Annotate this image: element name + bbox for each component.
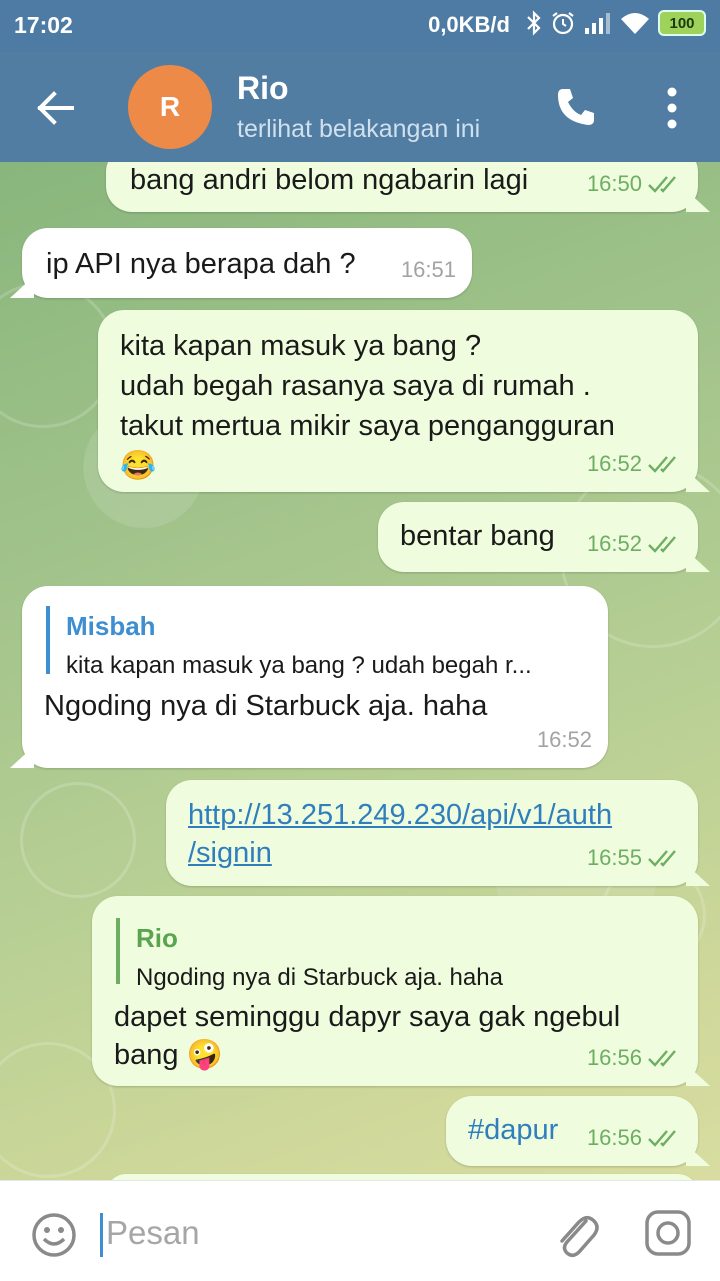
message-time: 16:51 bbox=[400, 257, 456, 282]
message-composer bbox=[0, 1180, 720, 1281]
wifi-icon bbox=[621, 13, 649, 34]
message-time: 16:50 bbox=[586, 171, 642, 196]
message-bubble-outgoing[interactable]: Rio Ngoding nya di Starbuck aja. haha da… bbox=[92, 896, 698, 1086]
message-text: ip API nya berapa dah ? bbox=[46, 248, 356, 280]
status-time: 17:02 bbox=[14, 12, 73, 38]
message-meta: 16:55 bbox=[587, 838, 682, 878]
avatar[interactable]: R bbox=[128, 65, 212, 149]
message-meta: 16:56 bbox=[587, 1118, 682, 1158]
double-check-icon bbox=[648, 536, 676, 553]
network-speed: 0,0KB/d bbox=[428, 12, 510, 37]
message-bubble-incoming[interactable]: ip API nya berapa dah ? 16:51 bbox=[22, 228, 472, 298]
contact-last-seen: terlihat belakangan ini bbox=[237, 115, 481, 143]
message-time: 16:55 bbox=[586, 845, 642, 870]
emoji-icon[interactable] bbox=[30, 1211, 78, 1259]
reply-quote-text: kita kapan masuk ya bang ? udah begah r.… bbox=[66, 652, 532, 679]
message-meta: 16:52 bbox=[587, 524, 682, 564]
message-hashtag[interactable]: #dapur bbox=[468, 1110, 558, 1150]
contact-name[interactable]: Rio bbox=[237, 70, 289, 107]
chat-area[interactable]: bang andri belom ngabarin lagi 16:50 ip … bbox=[0, 162, 720, 1180]
message-text: kita kapan masuk ya bang ? udah begah ra… bbox=[120, 330, 615, 482]
message-time: 16:56 bbox=[586, 1045, 642, 1070]
message-input[interactable] bbox=[104, 1207, 528, 1259]
message-time: 16:52 bbox=[586, 531, 642, 556]
reply-quote-bar bbox=[116, 918, 120, 984]
double-check-icon bbox=[648, 1130, 676, 1147]
message-bubble-outgoing[interactable]: bang andri belom ngabarin lagi 16:50 bbox=[106, 162, 698, 212]
back-arrow-icon[interactable] bbox=[32, 85, 78, 131]
message-bubble-outgoing[interactable]: kita kapan masuk ya bang ? udah begah ra… bbox=[98, 310, 698, 492]
reply-quote-text: Ngoding nya di Starbuck aja. haha bbox=[136, 964, 503, 991]
message-link[interactable]: http://13.251.249.230/api/v1/auth /signi… bbox=[188, 796, 612, 872]
message-meta: 16:50 bbox=[587, 164, 682, 204]
message-meta: 16:52 bbox=[587, 444, 682, 484]
message-text: bang andri belom ngabarin lagi bbox=[130, 164, 529, 196]
signal-icon bbox=[585, 13, 610, 34]
more-vert-icon[interactable] bbox=[660, 85, 684, 131]
double-check-icon bbox=[648, 456, 676, 473]
status-bar: 17:02 0,0KB/d 100 bbox=[0, 0, 720, 52]
status-icons: 100 bbox=[526, 10, 706, 36]
phone-icon[interactable] bbox=[554, 85, 598, 129]
message-time: 16:56 bbox=[586, 1125, 642, 1150]
double-check-icon bbox=[648, 850, 676, 867]
message-bubble-outgoing[interactable]: #dapur 16:56 bbox=[446, 1096, 698, 1166]
message-meta: 16:51 bbox=[401, 250, 456, 290]
double-check-icon bbox=[648, 1050, 676, 1067]
message-text: bentar bang bbox=[400, 520, 555, 552]
message-time: 16:52 bbox=[586, 451, 642, 476]
paperclip-icon[interactable] bbox=[552, 1207, 600, 1261]
message-text: dapet seminggu dapyr saya gak ngebul ban… bbox=[114, 1001, 621, 1071]
message-meta: 16:56 bbox=[587, 1038, 682, 1078]
camera-icon[interactable] bbox=[644, 1209, 692, 1257]
double-check-icon bbox=[648, 176, 676, 193]
chat-header: R Rio terlihat belakangan ini bbox=[0, 52, 720, 162]
bluetooth-icon bbox=[527, 10, 541, 36]
alarm-icon bbox=[552, 12, 574, 35]
reply-sender-name: Misbah bbox=[66, 611, 156, 641]
message-meta: 16:52 bbox=[537, 720, 592, 760]
reply-quote-bar bbox=[46, 606, 50, 674]
message-time: 16:52 bbox=[536, 727, 592, 752]
battery-indicator: 100 bbox=[658, 10, 706, 36]
message-bubble-outgoing[interactable]: http://13.251.249.230/api/v1/auth /signi… bbox=[166, 780, 698, 886]
text-cursor bbox=[100, 1213, 103, 1257]
reply-sender-name: Rio bbox=[136, 923, 178, 953]
message-bubble-outgoing[interactable]: bentar bang 16:52 bbox=[378, 502, 698, 572]
message-text: Ngoding nya di Starbuck aja. haha bbox=[44, 690, 488, 722]
message-bubble-incoming[interactable]: Misbah kita kapan masuk ya bang ? udah b… bbox=[22, 586, 608, 768]
